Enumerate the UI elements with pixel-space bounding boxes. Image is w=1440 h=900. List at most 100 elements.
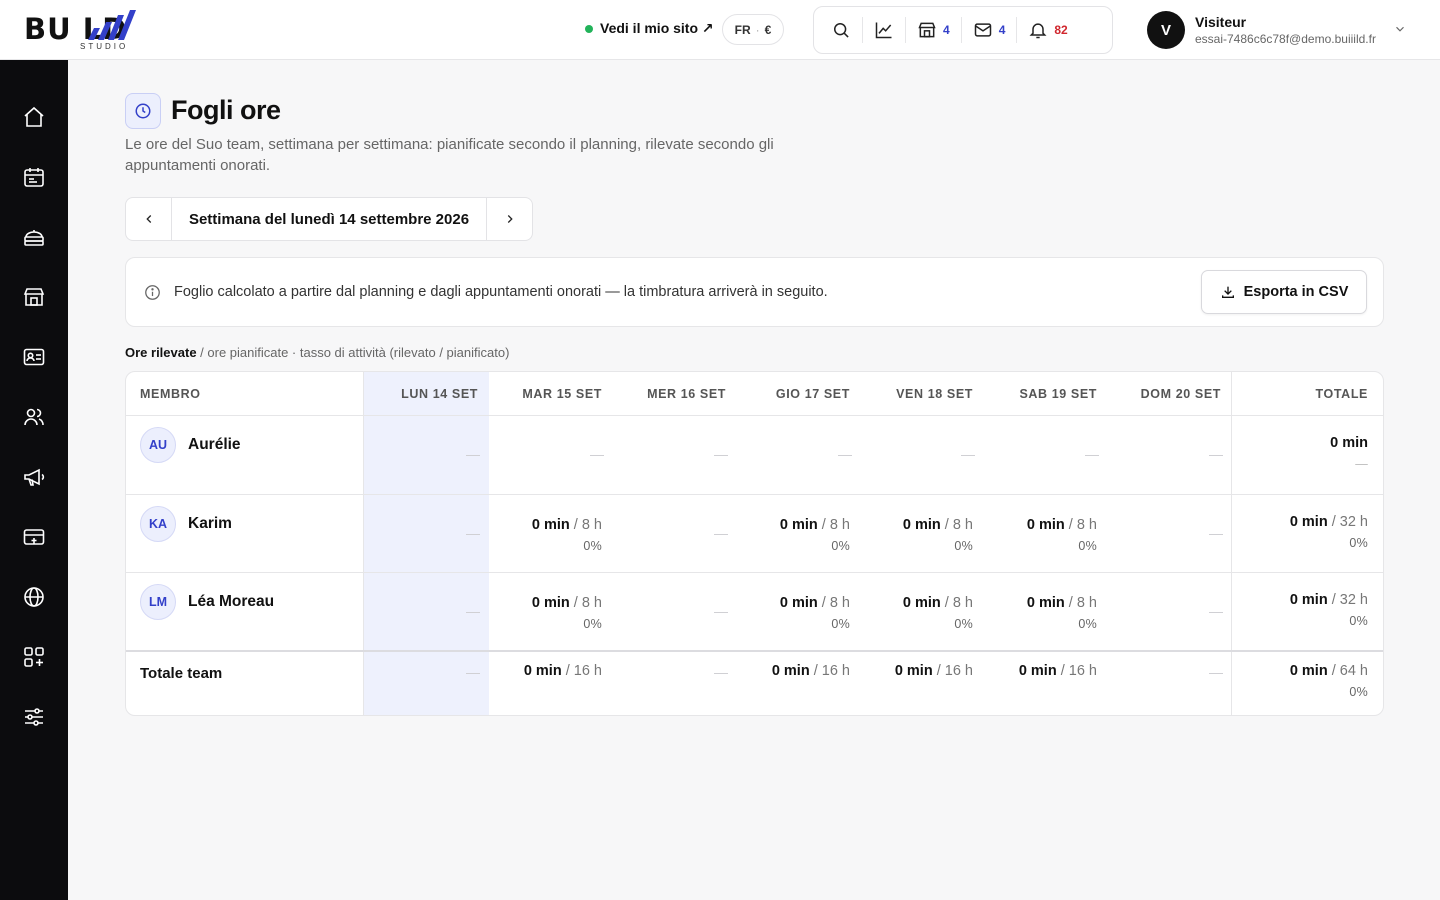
- activity-rate: 0%: [583, 617, 602, 631]
- total-cell: 0 min / 32 h 0%: [1290, 514, 1368, 550]
- divider: [363, 372, 364, 715]
- cell-hours: 0 min / 16 h: [772, 663, 850, 679]
- empty-dash: [838, 455, 852, 456]
- user-name: Visiteur: [1195, 14, 1247, 30]
- online-status-dot: [585, 24, 593, 33]
- page-description: Le ore del Suo team, settimana per setti…: [125, 136, 774, 174]
- divider: [126, 650, 1383, 652]
- team-day-cell: 0 min / 16 h: [524, 663, 602, 679]
- legend-rest: / ore pianificate · tasso di attività (r…: [196, 345, 510, 360]
- sidebar-item-home[interactable]: [22, 105, 46, 129]
- empty-dash: [961, 455, 975, 456]
- sidebar-item-team[interactable]: [22, 405, 46, 429]
- planned-hours: / 8 h: [940, 517, 973, 533]
- chevron-down-icon[interactable]: [1393, 22, 1407, 36]
- table-row-member[interactable]: LM Léa Moreau: [140, 584, 274, 620]
- day-cell: 0 min / 8 h 0%: [903, 595, 973, 631]
- legend-recorded: Ore rilevate: [125, 345, 197, 360]
- cell-hours: 0 min / 8 h: [1027, 595, 1097, 611]
- sidebar-item-apps[interactable]: [22, 645, 46, 669]
- planned-hours: / 8 h: [1064, 595, 1097, 611]
- week-label: Settimana del lunedì 14 settembre 2026: [188, 210, 470, 228]
- notifications-button[interactable]: 82: [1017, 17, 1078, 43]
- logo[interactable]: BU LD STUDIO: [24, 8, 184, 52]
- sidebar-item-calendar[interactable]: [22, 165, 46, 189]
- planned-hours: / 8 h: [1064, 517, 1097, 533]
- export-csv-button[interactable]: Esporta in CSV: [1201, 270, 1367, 314]
- recorded-hours: 0 min: [1289, 663, 1328, 679]
- next-week-button[interactable]: [486, 198, 532, 240]
- globe-icon: [24, 587, 44, 607]
- member-name: Karim: [188, 515, 232, 532]
- logo-bars-icon: [88, 10, 136, 40]
- column-header: Lun 14 set: [401, 387, 478, 401]
- column-header: Membro: [140, 387, 201, 401]
- total-cell: 0 min —: [1330, 435, 1368, 471]
- user-info: Visiteur essai-7486c6c78f@demo.buiiild.f…: [1195, 14, 1385, 46]
- export-csv-label: Esporta in CSV: [1243, 284, 1349, 300]
- divider: [126, 415, 1383, 416]
- member-avatar: KA: [140, 506, 176, 542]
- planned-hours: / 16 h: [561, 663, 602, 679]
- recorded-hours: 0 min: [523, 663, 562, 679]
- language-code: FR: [734, 22, 751, 37]
- activity-rate: 0%: [1349, 614, 1368, 628]
- table-row-member[interactable]: AU Aurélie: [140, 427, 241, 463]
- store-icon: [918, 22, 936, 38]
- cell-hours: 0 min / 8 h: [780, 595, 850, 611]
- cell-hours: 0 min / 8 h: [903, 517, 973, 533]
- table-row-member[interactable]: KA Karim: [140, 506, 232, 542]
- planned-hours: / 8 h: [569, 517, 602, 533]
- day-cell: 0 min / 8 h 0%: [532, 517, 602, 553]
- sidebar-item-services[interactable]: [22, 225, 46, 249]
- cell-hours: 0 min / 8 h: [780, 517, 850, 533]
- empty-dash: [714, 612, 728, 613]
- info-banner: Foglio calcolato a partire dal planning …: [125, 257, 1384, 327]
- sidebar-item-clients[interactable]: [22, 345, 46, 369]
- stores-count: 4: [943, 23, 950, 37]
- team-total-label: Totale team: [140, 665, 223, 682]
- messages-count: 4: [998, 23, 1006, 37]
- empty-dash: [1209, 455, 1223, 456]
- previous-week-button[interactable]: [126, 198, 172, 240]
- sidebar-item-marketing[interactable]: [22, 465, 46, 489]
- empty-dash: [714, 534, 728, 535]
- stores-button[interactable]: 4: [906, 17, 962, 43]
- column-header: Mer 16 set: [647, 387, 726, 401]
- clock-icon: [135, 103, 151, 119]
- notifications-count: 82: [1054, 23, 1068, 37]
- sidebar-item-settings[interactable]: [22, 705, 46, 729]
- member-avatar: AU: [140, 427, 176, 463]
- messages-button[interactable]: 4: [962, 17, 1018, 43]
- info-icon: [145, 285, 160, 300]
- sidebar-item-website[interactable]: [22, 585, 46, 609]
- column-header: Totale: [1315, 387, 1368, 401]
- planned-hours: / 8 h: [569, 595, 602, 611]
- recorded-hours: 0 min: [1026, 517, 1065, 533]
- recorded-hours: 0 min: [531, 517, 570, 533]
- sidebar-item-payments[interactable]: [22, 525, 46, 549]
- activity-rate: 0%: [1349, 685, 1368, 699]
- member-avatar: LM: [140, 584, 176, 620]
- empty-dash: [714, 455, 728, 456]
- view-site-link[interactable]: Vedi il mio sito ↗: [585, 20, 714, 37]
- team-day-cell: 0 min / 16 h: [772, 663, 850, 679]
- user-menu[interactable]: V Visiteur essai-7486c6c78f@demo.buiiild…: [1147, 11, 1385, 49]
- empty-dash: [714, 673, 728, 674]
- column-header: Mar 15 set: [522, 387, 602, 401]
- bell-icon: [1029, 23, 1047, 39]
- search-button[interactable]: [820, 17, 863, 43]
- day-cell: 0 min / 8 h 0%: [532, 595, 602, 631]
- day-cell: 0 min / 8 h 0%: [903, 517, 973, 553]
- logo-subtitle: STUDIO: [80, 42, 129, 51]
- recorded-hours: 0 min: [1026, 595, 1065, 611]
- language-currency-selector[interactable]: FR · €: [722, 14, 784, 45]
- chart-icon: [875, 22, 892, 39]
- table-legend: Ore rilevate / ore pianificate · tasso d…: [125, 345, 509, 360]
- recorded-hours: 0 min: [1018, 663, 1057, 679]
- sidebar-item-store[interactable]: [22, 285, 46, 309]
- cell-hours: 0 min: [1330, 435, 1368, 451]
- planned-hours: / 8 h: [940, 595, 973, 611]
- top-bar: BU LD STUDIO Vedi il mio sito ↗ FR · € 4: [0, 0, 1440, 60]
- analytics-button[interactable]: [863, 17, 906, 43]
